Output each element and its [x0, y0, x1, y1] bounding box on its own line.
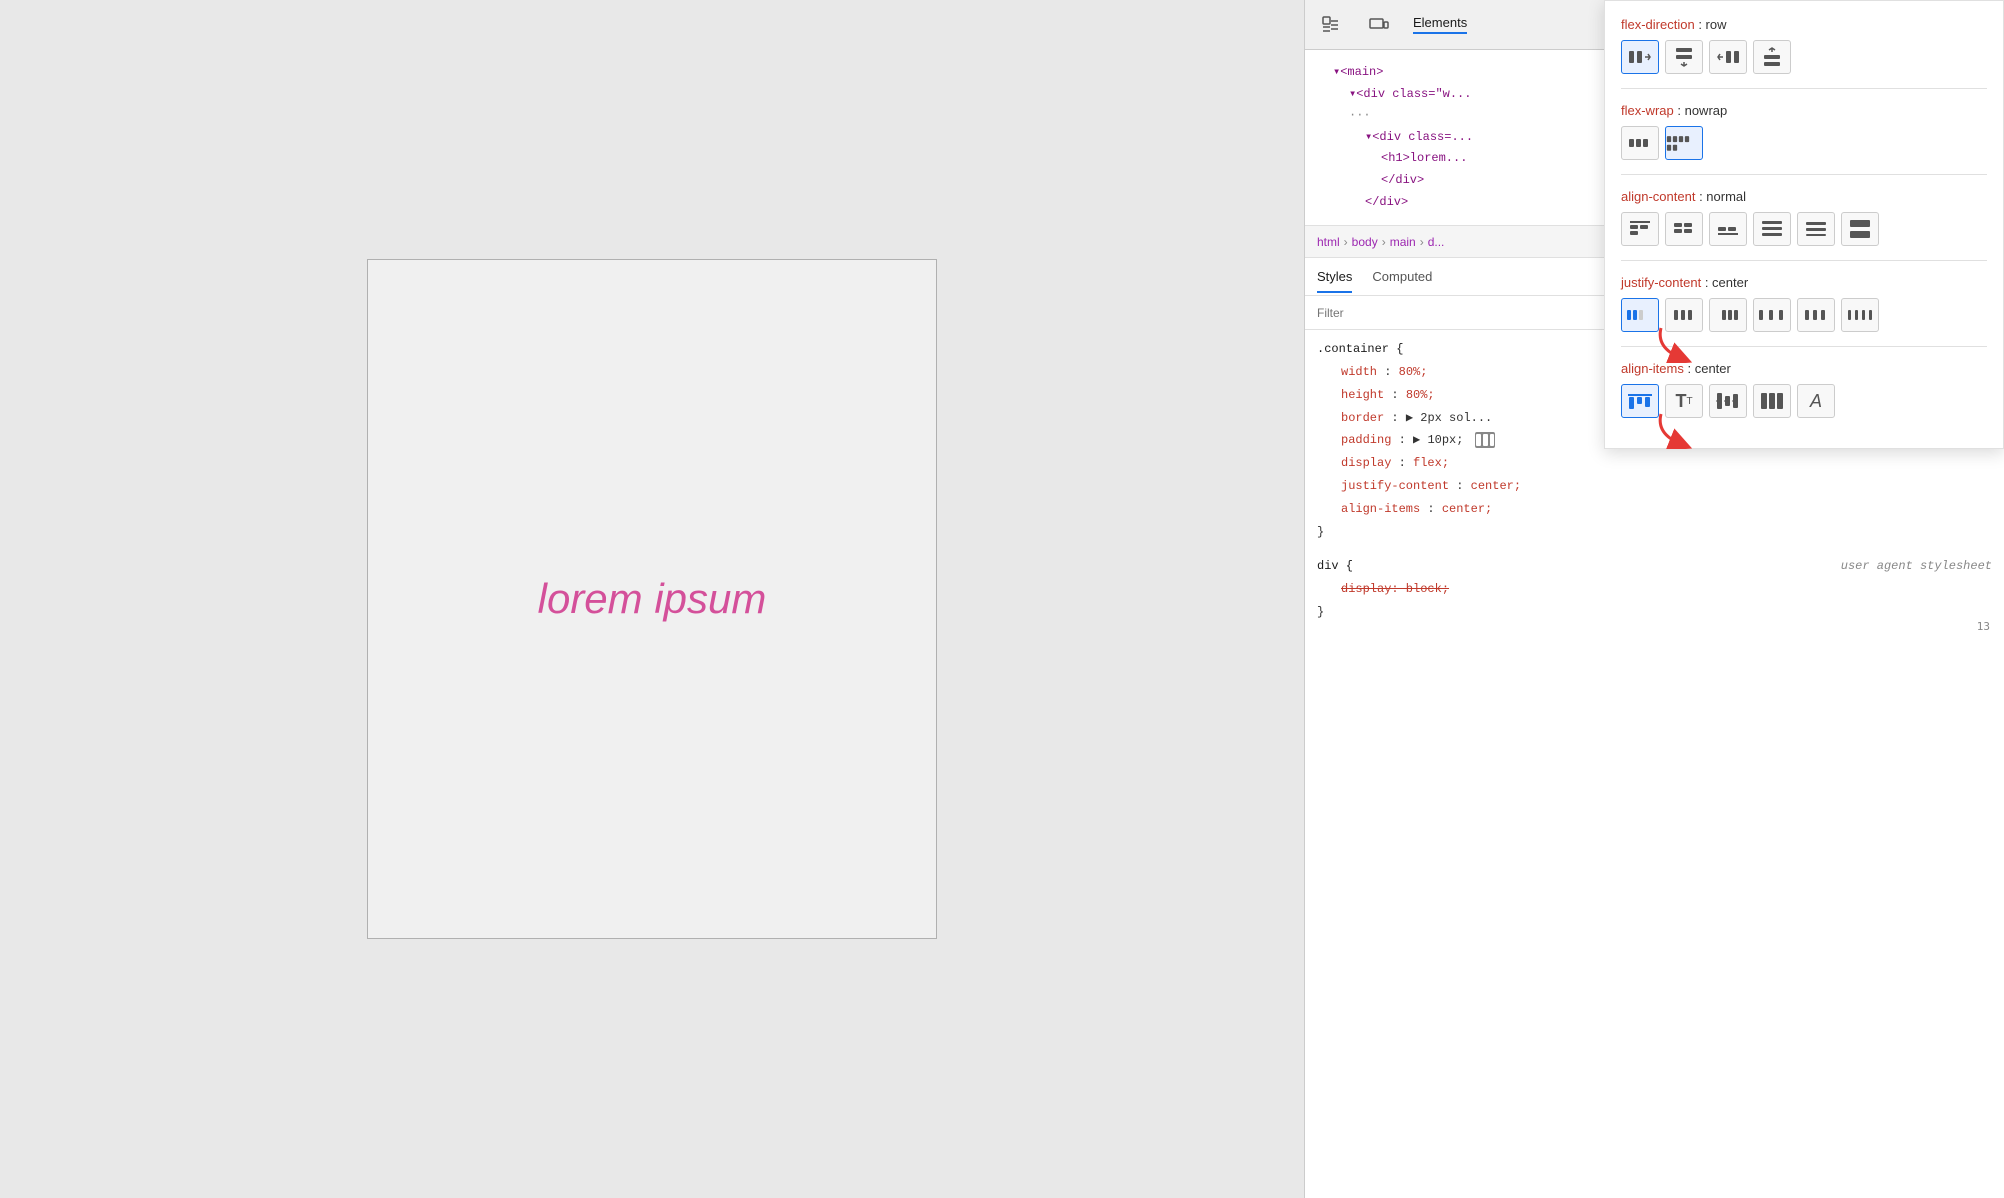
flex-wrap-row: flex-wrap : nowrap — [1621, 103, 1987, 160]
flex-wrap-icons — [1621, 126, 1987, 160]
flex-popup: flex-direction : row — [1604, 0, 2004, 449]
align-content-stretch-btn[interactable] — [1841, 212, 1879, 246]
divider1 — [1621, 88, 1987, 89]
align-items-row: align-items : center T T — [1621, 361, 1987, 418]
breadcrumb-sep2: › — [1382, 235, 1386, 249]
div-tag-1: ▾<div class="w... — [1349, 87, 1471, 101]
devtools-panel: Elements ▾<main> ▾<div class="w... ··· ▾… — [1304, 0, 2004, 1198]
breadcrumb-main[interactable]: main — [1390, 235, 1416, 249]
css-prop-display: display : flex; — [1317, 456, 1449, 470]
css-selector1: .container { — [1317, 342, 1403, 356]
align-content-val: : normal — [1699, 189, 1746, 204]
align-content-space-between-btn[interactable] — [1753, 212, 1791, 246]
close-div-tag2: </div> — [1365, 195, 1408, 209]
flex-wrap-wrap-btn[interactable] — [1665, 126, 1703, 160]
align-items-end-btn[interactable]: A — [1797, 384, 1835, 418]
css-rule-div: div { user agent stylesheet display: blo… — [1317, 555, 1992, 623]
breadcrumb-sep1: › — [1344, 235, 1348, 249]
justify-content-row: justify-content : center — [1621, 275, 1987, 332]
align-items-center-btn[interactable] — [1709, 384, 1747, 418]
flex-dir-col-btn[interactable] — [1665, 40, 1703, 74]
divider3 — [1621, 260, 1987, 261]
flex-wrap-val: : nowrap — [1677, 103, 1727, 118]
flex-direction-icons — [1621, 40, 1987, 74]
align-content-row: align-content : normal — [1621, 189, 1987, 246]
css-prop-height: height : 80%; — [1317, 388, 1435, 402]
line-number: 13 — [1977, 620, 1990, 633]
css-prop-width: width : 80%; — [1317, 365, 1427, 379]
red-arrow-2 — [1651, 409, 1711, 454]
breadcrumb-html[interactable]: html — [1317, 235, 1340, 249]
browser-preview: lorem ipsum — [0, 0, 1304, 1198]
justify-content-val: : center — [1705, 275, 1748, 290]
flex-wrap-nowrap-btn[interactable] — [1621, 126, 1659, 160]
align-content-icons — [1621, 212, 1987, 246]
flex-direction-label: flex-direction : row — [1621, 17, 1987, 32]
red-arrow-1 — [1651, 323, 1711, 368]
align-content-end-btn[interactable] — [1709, 212, 1747, 246]
lorem-ipsum-text: lorem ipsum — [538, 575, 767, 623]
close-div-tag: </div> — [1381, 173, 1424, 187]
css-close-brace1: } — [1317, 525, 1324, 539]
css-selector2: div { — [1317, 555, 1353, 578]
tab-computed[interactable]: Computed — [1372, 261, 1432, 292]
main-tag: ▾<main> — [1333, 65, 1383, 79]
h1-tag: <h1>lorem... — [1381, 151, 1467, 165]
elements-tab[interactable]: Elements — [1413, 15, 1467, 34]
breadcrumb-sep3: › — [1420, 235, 1424, 249]
css-prop-justify: justify-content : center; — [1317, 479, 1521, 493]
justify-content-end-btn[interactable] — [1709, 298, 1747, 332]
tab-styles[interactable]: Styles — [1317, 261, 1352, 292]
devtools-tabs: Elements — [1413, 15, 1467, 34]
align-items-stretch-btn[interactable] — [1753, 384, 1791, 418]
flex-direction-val: : row — [1698, 17, 1726, 32]
css-prop-padding: padding : ▶ 10px; — [1317, 433, 1471, 447]
flex-direction-row: flex-direction : row — [1621, 17, 1987, 74]
flex-dir-col-rev-btn[interactable] — [1753, 40, 1791, 74]
user-agent-label: user agent stylesheet — [1841, 555, 1992, 578]
inspect-icon[interactable] — [1317, 11, 1345, 39]
css-prop-align: align-items : center; — [1317, 502, 1492, 516]
ellipsis-indicator: ··· — [1349, 108, 1371, 122]
breadcrumb-body[interactable]: body — [1352, 235, 1378, 249]
css-prop-border: border : ▶ 2px sol... — [1317, 411, 1492, 425]
align-content-space-around-btn[interactable] — [1797, 212, 1835, 246]
device-icon[interactable] — [1365, 11, 1393, 39]
justify-content-label: justify-content : center — [1621, 275, 1987, 290]
flex-dir-row-btn[interactable] — [1621, 40, 1659, 74]
breadcrumb-d[interactable]: d... — [1428, 235, 1445, 249]
display-flex-badge[interactable] — [1475, 432, 1495, 448]
justify-content-space-around-btn[interactable] — [1797, 298, 1835, 332]
flex-direction-key: flex-direction — [1621, 17, 1695, 32]
css-close-brace2: } — [1317, 605, 1324, 619]
flex-wrap-label: flex-wrap : nowrap — [1621, 103, 1987, 118]
css-rules: .container { width : 80%; height : 80%; … — [1305, 330, 2004, 1198]
divider2 — [1621, 174, 1987, 175]
justify-content-key: justify-content — [1621, 275, 1701, 290]
align-content-center-btn[interactable] — [1665, 212, 1703, 246]
align-content-key: align-content — [1621, 189, 1695, 204]
align-content-start-btn[interactable] — [1621, 212, 1659, 246]
div-tag-2: ▾<div class=... — [1365, 130, 1473, 144]
css-prop-display-block: display: block; — [1317, 582, 1449, 596]
justify-content-space-evenly-btn[interactable] — [1841, 298, 1879, 332]
flex-wrap-key: flex-wrap — [1621, 103, 1674, 118]
flex-dir-row-rev-btn[interactable] — [1709, 40, 1747, 74]
preview-container: lorem ipsum — [367, 259, 937, 939]
justify-content-space-between-btn[interactable] — [1753, 298, 1791, 332]
align-content-label: align-content : normal — [1621, 189, 1987, 204]
